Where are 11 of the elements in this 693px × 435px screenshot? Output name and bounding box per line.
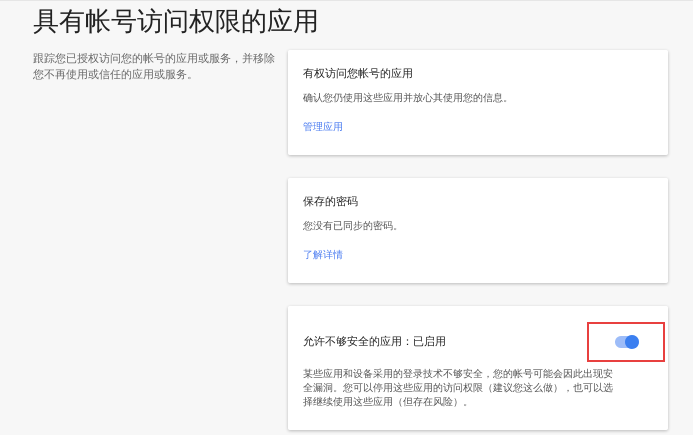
card-link[interactable]: 了解详情 (303, 249, 343, 263)
toggle-switch[interactable] (615, 336, 637, 348)
card-link[interactable]: 管理应用 (303, 121, 343, 135)
card-title: 保存的密码 (303, 194, 359, 210)
card-title: 有权访问您帐号的应用 (303, 66, 414, 82)
card-title: 允许不够安全的应用：已启用 (303, 334, 446, 350)
card-text: 您没有已同步的密码。 (303, 220, 404, 234)
card-text: 某些应用和设备采用的登录技术不够安全，您的帐号可能会因此出现安全漏洞。您可以停用这些应用的访问权限（建议您这么做），也可以选择继续使用这些应用（但存在风险）。 (303, 368, 614, 410)
intro-text: 跟踪您已授权访问您的帐号的应用或服务，并移除您不再使用或信任的应用或服务。 (33, 52, 276, 83)
page-title: 具有帐号访问权限的应用 (33, 5, 320, 38)
card-text: 确认您仍使用这些应用并放心其使用您的信息。 (303, 92, 514, 106)
